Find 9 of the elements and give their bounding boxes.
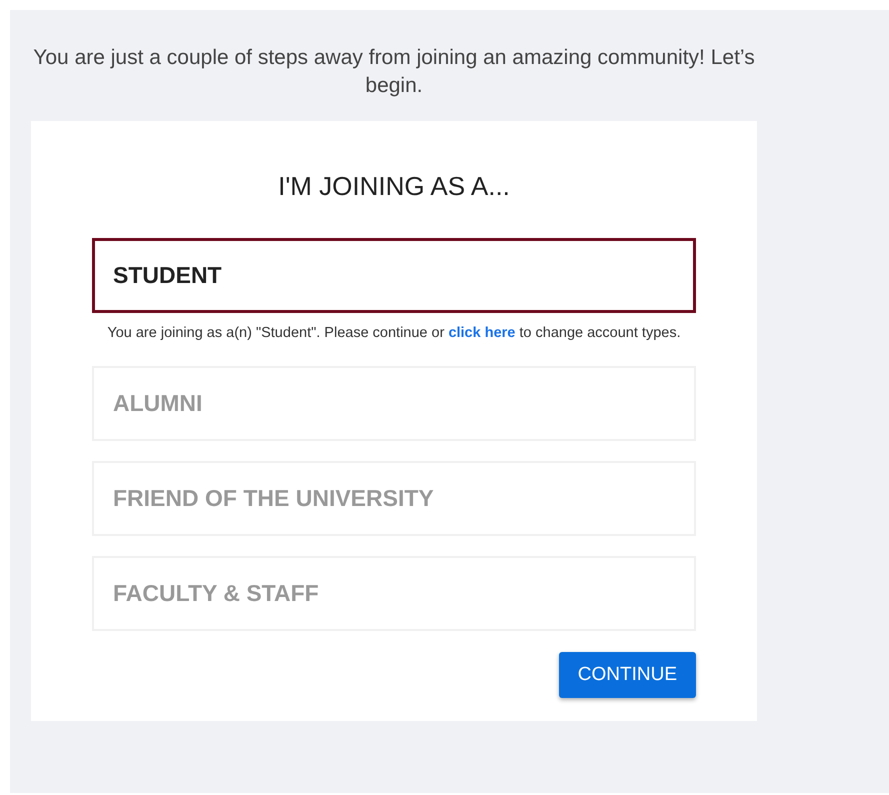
selection-note: You are joining as a(n) "Student". Please continue or click here to change account types.	[106, 324, 682, 343]
intro-text: You are just a couple of steps away from joining an amazing community! Let’s begin.	[32, 45, 756, 99]
account-type-option[interactable]: FACULTY & STAFF	[92, 556, 696, 631]
change-link[interactable]: click here	[448, 325, 516, 341]
continue-button[interactable]: CONTINUE	[558, 652, 696, 698]
account-type-option[interactable]: ALUMNI	[92, 366, 696, 441]
account-type-option[interactable]: FRIEND OF THE UNIVERSITY	[92, 461, 696, 536]
heading: I'M JOINING AS A...	[277, 171, 511, 202]
account-type-option[interactable]: STUDENT	[92, 238, 696, 313]
